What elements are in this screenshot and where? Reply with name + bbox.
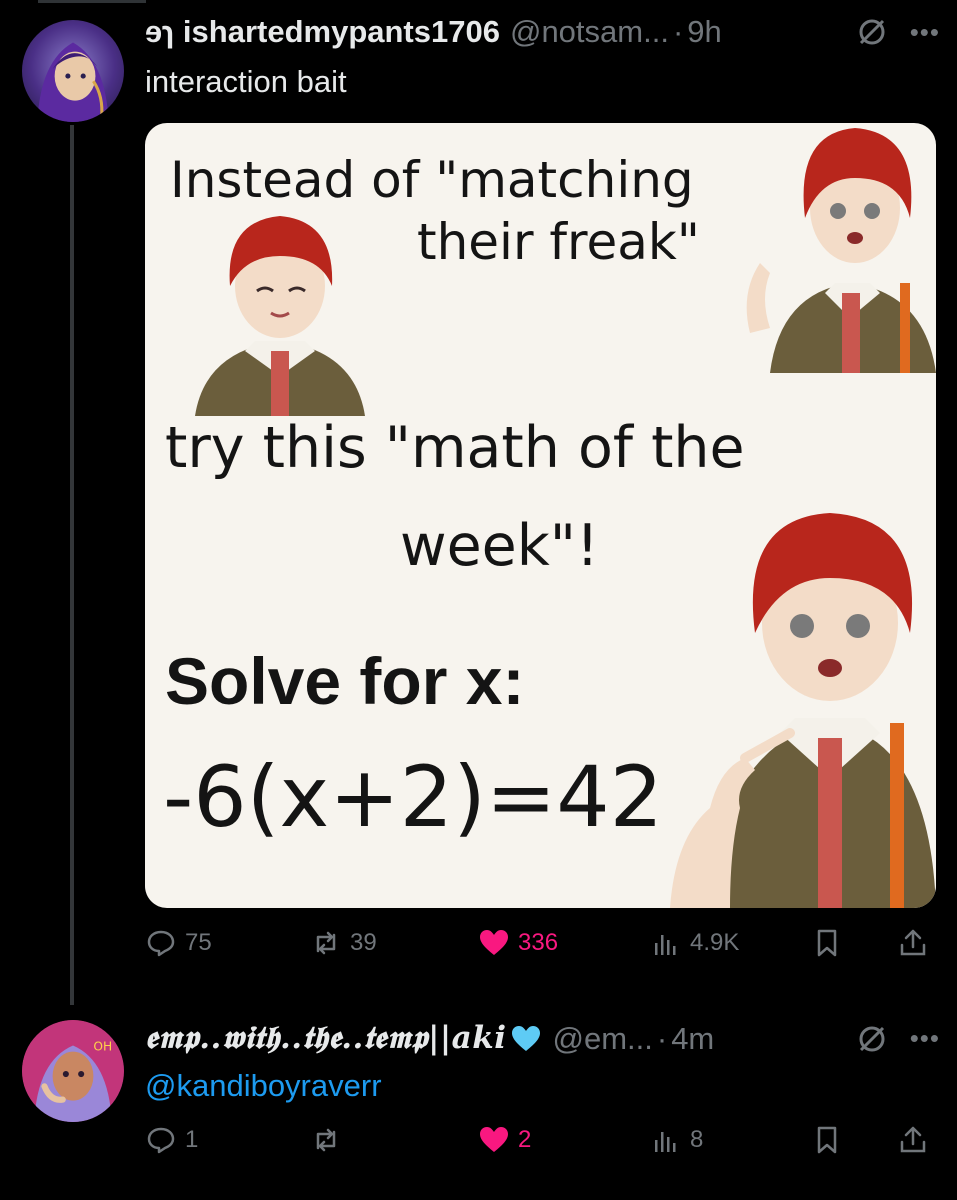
separator-dot: · (672, 14, 684, 49)
repost-count: 39 (350, 929, 377, 956)
tweet-header: 𝖊𝖒𝖕..𝖜𝖎𝖙𝖍..𝖙𝖍𝖊..𝖙𝖊𝖒𝖕||aki @em... · 4m ••… (145, 1020, 940, 1057)
svg-text:OH: OH (93, 1040, 112, 1054)
handle[interactable]: @notsam... (510, 14, 669, 50)
share-icon (900, 1126, 926, 1153)
reply-count: 1 (185, 1126, 199, 1153)
views-count: 8 (690, 1126, 704, 1153)
tweet-actions: 1 2 8 (145, 1124, 940, 1164)
display-name[interactable]: 𝖊𝖒𝖕..𝖜𝖎𝖙𝖍..𝖙𝖍𝖊..𝖙𝖊𝖒𝖕||aki (145, 1020, 506, 1057)
like-count: 336 (518, 929, 559, 956)
reply-icon (147, 930, 175, 957)
blue-heart-icon (510, 1023, 542, 1055)
like-icon (480, 1127, 508, 1152)
bookmark-button[interactable] (811, 927, 843, 959)
character-illustration (746, 128, 936, 373)
tweet-media-image[interactable]: Instead of "matching their freak" try th… (145, 123, 936, 908)
reply-button[interactable]: 1 (145, 1124, 198, 1156)
like-button[interactable]: 2 (478, 1124, 531, 1156)
tweet-header: ɘɿ ishartedmypants1706 @notsam... · 9h •… (145, 14, 940, 50)
bookmark-icon (817, 1126, 837, 1154)
like-icon (480, 930, 508, 955)
views-icon (655, 1132, 676, 1152)
bookmark-icon (817, 929, 837, 957)
tweet-actions: 75 39 336 4.9K (145, 927, 940, 967)
reply-button[interactable]: 75 (145, 927, 212, 959)
handle[interactable]: @em... (552, 1021, 652, 1057)
grok-icon[interactable] (856, 1023, 888, 1055)
views-button[interactable]: 4.9K (650, 927, 739, 959)
mention-link[interactable]: @kandiboyraverr (145, 1068, 382, 1104)
repost-icon (316, 931, 336, 955)
avatar[interactable]: OH (22, 1020, 124, 1122)
reply-count: 75 (185, 929, 212, 956)
share-button[interactable] (897, 1124, 929, 1156)
meme-text-line: week"! (400, 513, 599, 579)
timestamp[interactable]: 4m (671, 1021, 714, 1057)
timestamp[interactable]: 9h (687, 14, 721, 50)
meme-solve-label: Solve for x: (165, 644, 525, 718)
meme-text-line: try this "math of the (165, 415, 745, 481)
repost-button[interactable]: 39 (310, 927, 377, 959)
top-divider (38, 0, 146, 3)
repost-button[interactable] (310, 1124, 350, 1156)
more-icon[interactable]: ••• (910, 1023, 940, 1054)
thread-connector-line (70, 125, 74, 1005)
avatar-image: OH (22, 1020, 124, 1122)
tweet-text: interaction bait (145, 64, 347, 99)
like-button[interactable]: 336 (478, 927, 558, 959)
share-icon (900, 929, 926, 956)
meme-text-line: their freak" (417, 213, 700, 271)
views-count: 4.9K (690, 929, 740, 956)
views-button[interactable]: 8 (650, 1124, 703, 1156)
repost-icon (316, 1128, 336, 1152)
views-icon (655, 935, 676, 955)
display-name[interactable]: ɘɿ ishartedmypants1706 (145, 14, 500, 50)
reply-icon (147, 1127, 175, 1154)
like-count: 2 (518, 1126, 532, 1153)
avatar[interactable] (22, 20, 124, 122)
more-icon[interactable]: ••• (910, 17, 940, 48)
meme-equation: -6(x+2)=42 (163, 748, 664, 846)
character-illustration (195, 216, 365, 416)
avatar-image (37, 42, 109, 122)
bookmark-button[interactable] (811, 1124, 843, 1156)
character-illustration (670, 513, 936, 908)
share-button[interactable] (897, 927, 929, 959)
separator-dot: · (656, 1020, 668, 1056)
grok-icon[interactable] (856, 16, 888, 48)
